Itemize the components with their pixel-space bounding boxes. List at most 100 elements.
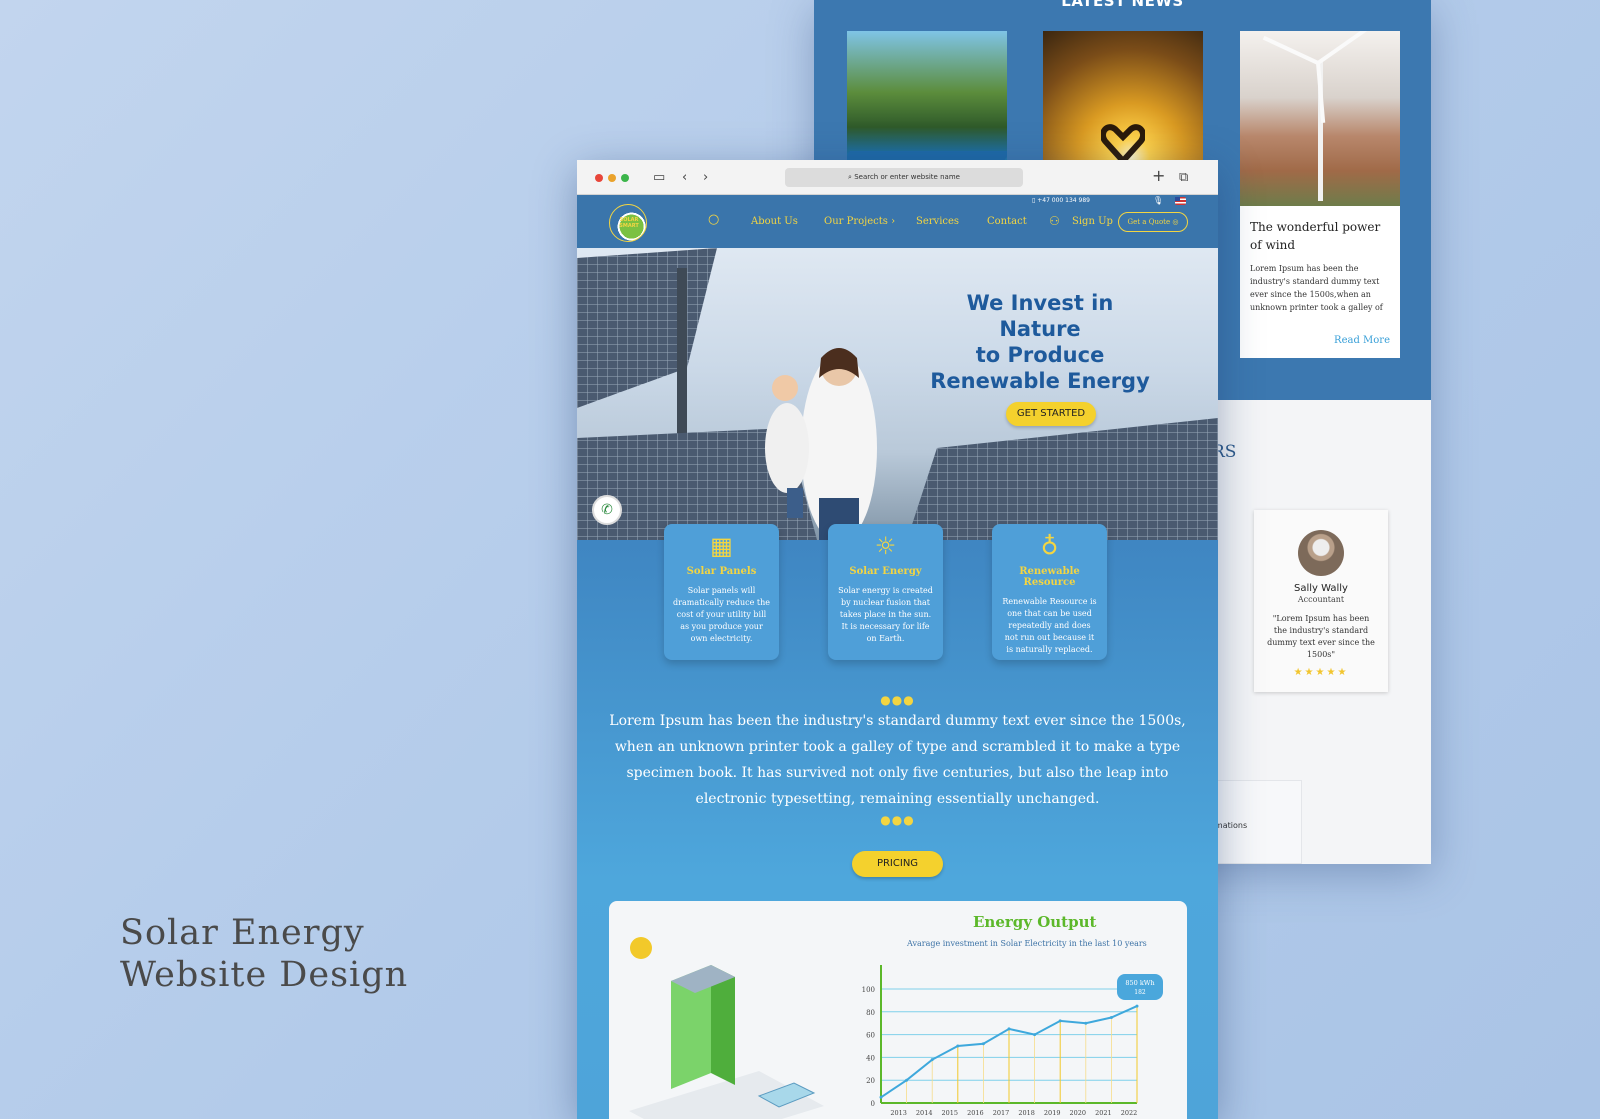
feature-title: Solar Panels: [686, 566, 757, 577]
feature-card-solar-panels[interactable]: ▦ Solar Panels Solar panels will dramati…: [664, 524, 779, 660]
solar-panel-icon: ▦: [710, 532, 733, 560]
x-tick-label: 2020: [1070, 1109, 1087, 1117]
logo-text: SOLAR SMART: [619, 217, 639, 229]
feature-title: Renewable Resource: [1019, 566, 1080, 588]
x-tick-label: 2017: [993, 1109, 1010, 1117]
caption-line-1: Solar Energy: [120, 913, 365, 953]
new-tab-icon[interactable]: +: [1152, 167, 1165, 184]
feature-card-solar-energy[interactable]: ☼ Solar Energy Solar energy is created b…: [828, 524, 943, 660]
site-header: ▯ +47 000 134 989 🎙 SOLAR SMART ○ About …: [577, 195, 1218, 248]
phone-text: +47 000 134 989: [1037, 197, 1090, 204]
data-point: [1109, 1016, 1113, 1019]
feature-text: Solar energy is created by nuclear fusio…: [838, 586, 933, 643]
lightbulb-icon: ♁: [1040, 532, 1059, 560]
data-point: [1058, 1019, 1062, 1023]
tooltip-bubble: [1117, 974, 1163, 1000]
testimonial-quote: "Lorem Ipsum has been the industry's sta…: [1267, 614, 1375, 659]
y-tick-label: 40: [866, 1054, 875, 1062]
hero-section: We Invest in Nature to Produce Renewable…: [577, 248, 1218, 540]
search-icon[interactable]: ○: [708, 212, 719, 227]
x-tick-label: 2013: [890, 1109, 907, 1117]
browser-toolbar: ▭ ‹ › ⌕ Search or enter website name + ⧉: [577, 160, 1218, 195]
decorative-dots: ●●●: [880, 693, 915, 707]
tooltip-value: 850 kWh: [1125, 979, 1154, 987]
page-caption: Solar Energy Website Design: [120, 912, 408, 996]
nav-our-projects[interactable]: Our Projects ›: [824, 216, 895, 227]
energy-output-card: 0 20 40 60 80 100 2013 2014 2015 2016 2017 2018 2019…: [609, 901, 1187, 1119]
y-tick-label: 100: [862, 986, 875, 994]
x-tick-label: 2014: [916, 1109, 933, 1117]
maximize-window-button[interactable]: [621, 174, 629, 182]
data-point: [956, 1044, 960, 1048]
data-point: [1033, 1033, 1037, 1037]
get-a-quote-label: Get a Quote: [1127, 218, 1171, 226]
chart-subtitle: Avarage investment in Solar Electricity …: [907, 939, 1147, 948]
hero-title-line: Nature: [999, 317, 1081, 341]
hero-title: We Invest in Nature to Produce Renewable…: [915, 290, 1165, 394]
heart-hands-icon: [1101, 124, 1145, 163]
x-tick-label: 2015: [942, 1109, 959, 1117]
chat-icon: ◎: [1172, 218, 1179, 226]
user-icon[interactable]: ⚇: [1049, 214, 1060, 228]
whatsapp-icon[interactable]: ✆: [592, 495, 622, 525]
browser-window: ▭ ‹ › ⌕ Search or enter website name + ⧉…: [577, 160, 1218, 1119]
tab-overview-icon[interactable]: ⧉: [1179, 169, 1188, 186]
sun-icon: ☼: [874, 532, 897, 560]
data-point: [1084, 1021, 1088, 1025]
forward-arrow-icon[interactable]: ›: [703, 169, 708, 186]
testimonial-card: Sally Wally Accountant "Lorem Ipsum has …: [1254, 510, 1388, 692]
x-tick-label: 2018: [1018, 1109, 1035, 1117]
energy-output-chart: 0 20 40 60 80 100 2013 2014 2015 2016 2017 2018 2019…: [629, 937, 1163, 1119]
feature-title: Solar Energy: [849, 566, 922, 577]
feature-text: Renewable Resource is one that can be us…: [1002, 597, 1097, 654]
x-tick-label: 2021: [1095, 1109, 1112, 1117]
site-logo[interactable]: SOLAR SMART: [609, 204, 647, 242]
news-card: The wonderful power of wind Lorem Ipsum …: [1240, 206, 1400, 358]
address-bar[interactable]: ⌕ Search or enter website name: [785, 168, 1023, 187]
intro-paragraph: Lorem Ipsum has been the industry's stan…: [609, 713, 1186, 807]
news-card-title: The wonderful power of wind: [1250, 220, 1381, 252]
phone-number: ▯ +47 000 134 989: [1032, 197, 1090, 204]
chart-title: Energy Output: [973, 913, 1097, 931]
rating-stars: ★★★★★: [1293, 667, 1349, 678]
x-tick-label: 2022: [1121, 1109, 1138, 1117]
y-tick-label: 0: [871, 1100, 875, 1108]
nav-services[interactable]: Services: [916, 216, 959, 227]
nav-about-us[interactable]: About Us: [751, 216, 798, 227]
news-heading: LATEST NEWS: [1061, 0, 1184, 10]
get-a-quote-button[interactable]: Get a Quote ◎: [1118, 212, 1188, 232]
data-point: [879, 1095, 883, 1099]
caption-line-2: Website Design: [120, 955, 409, 995]
decorative-dots: ●●●: [880, 813, 915, 827]
nav-sign-up[interactable]: Sign Up: [1072, 216, 1113, 227]
x-tick-label: 2019: [1044, 1109, 1061, 1117]
sidebar-toggle-icon[interactable]: ▭: [653, 169, 665, 186]
microphone-icon[interactable]: 🎙: [1153, 196, 1163, 205]
hero-title-line: Renewable Energy: [930, 369, 1150, 393]
feature-card-renewable-resource[interactable]: ♁ Renewable Resource Renewable Resource …: [992, 524, 1107, 660]
data-point: [1007, 1027, 1011, 1031]
pricing-button[interactable]: PRICING: [852, 851, 943, 877]
us-flag-icon[interactable]: [1175, 197, 1186, 205]
y-tick-label: 60: [866, 1032, 875, 1040]
testimonial-role: Accountant: [1297, 595, 1345, 604]
close-window-button[interactable]: [595, 174, 603, 182]
nav-contact[interactable]: Contact: [987, 216, 1027, 227]
address-placeholder: Search or enter website name: [854, 173, 960, 181]
feature-text: Solar panels will dramatically reduce th…: [673, 586, 770, 643]
get-started-button[interactable]: GET STARTED: [1006, 402, 1096, 426]
hero-title-line: We Invest in: [966, 291, 1114, 315]
read-more-link[interactable]: Read More: [1334, 335, 1390, 346]
y-tick-label: 80: [866, 1009, 875, 1017]
hero-title-line: to Produce: [975, 343, 1105, 367]
building-illustration: [629, 937, 824, 1119]
news-card-text: Lorem Ipsum has been the industry's stan…: [1250, 264, 1383, 312]
testimonial-name: Sally Wally: [1294, 583, 1348, 594]
minimize-window-button[interactable]: [608, 174, 616, 182]
y-tick-label: 20: [866, 1077, 875, 1085]
news-image-wind-turbine[interactable]: [1240, 31, 1400, 206]
x-tick-label: 2016: [967, 1109, 984, 1117]
avatar: [1298, 530, 1344, 576]
back-arrow-icon[interactable]: ‹: [682, 169, 687, 186]
data-point: [905, 1078, 909, 1082]
